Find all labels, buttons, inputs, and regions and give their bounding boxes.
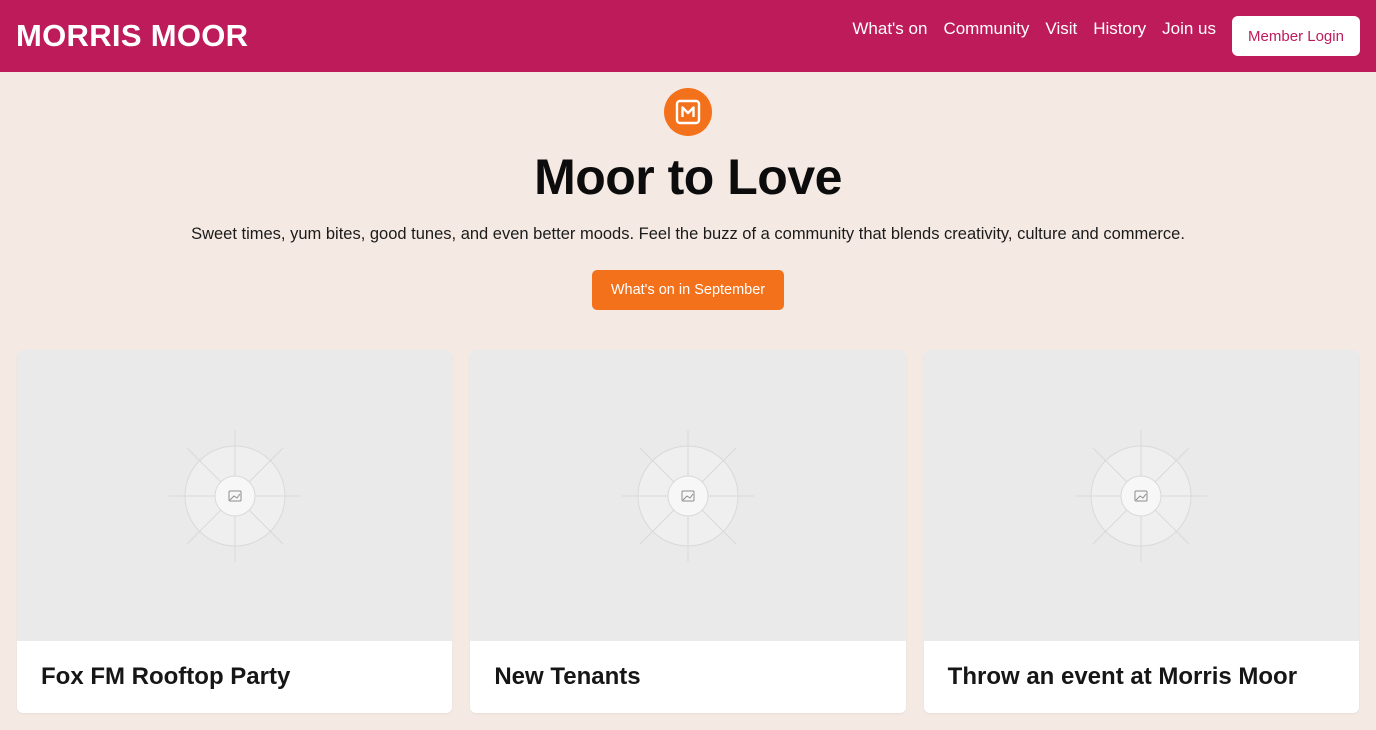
whats-on-cta-button[interactable]: What's on in September — [592, 270, 784, 310]
card-image-placeholder — [470, 350, 906, 641]
nav-link-community[interactable]: Community — [943, 19, 1029, 39]
card-title: Throw an event at Morris Moor — [947, 663, 1298, 690]
hero-title: Moor to Love — [534, 149, 842, 205]
image-placeholder-icon — [621, 429, 754, 562]
card-title: New Tenants — [494, 663, 641, 690]
image-placeholder-icon — [168, 429, 301, 562]
nav-link-visit[interactable]: Visit — [1045, 19, 1077, 39]
card-throw-event[interactable]: Throw an event at Morris Moor — [923, 350, 1359, 713]
member-login-button[interactable]: Member Login — [1232, 16, 1360, 56]
card-title: Fox FM Rooftop Party — [41, 663, 291, 690]
card-image-placeholder — [17, 350, 453, 641]
nav-link-history[interactable]: History — [1093, 19, 1146, 39]
nav-link-join-us[interactable]: Join us — [1162, 19, 1216, 39]
nav-link-whats-on[interactable]: What's on — [852, 19, 927, 39]
card-grid: Fox FM Rooftop Party New Tenants Throw a… — [17, 350, 1359, 713]
card-new-tenants[interactable]: New Tenants — [470, 350, 906, 713]
m-badge-icon — [664, 88, 712, 136]
image-placeholder-icon — [1075, 429, 1208, 562]
site-logo[interactable]: MORRIS MOOR — [16, 18, 248, 54]
site-header: MORRIS MOOR What's on Community Visit Hi… — [0, 0, 1376, 72]
card-image-placeholder — [923, 350, 1359, 641]
main-nav: What's on Community Visit History Join u… — [852, 16, 1360, 56]
card-fox-fm[interactable]: Fox FM Rooftop Party — [17, 350, 453, 713]
hero-subtitle: Sweet times, yum bites, good tunes, and … — [191, 225, 1185, 243]
